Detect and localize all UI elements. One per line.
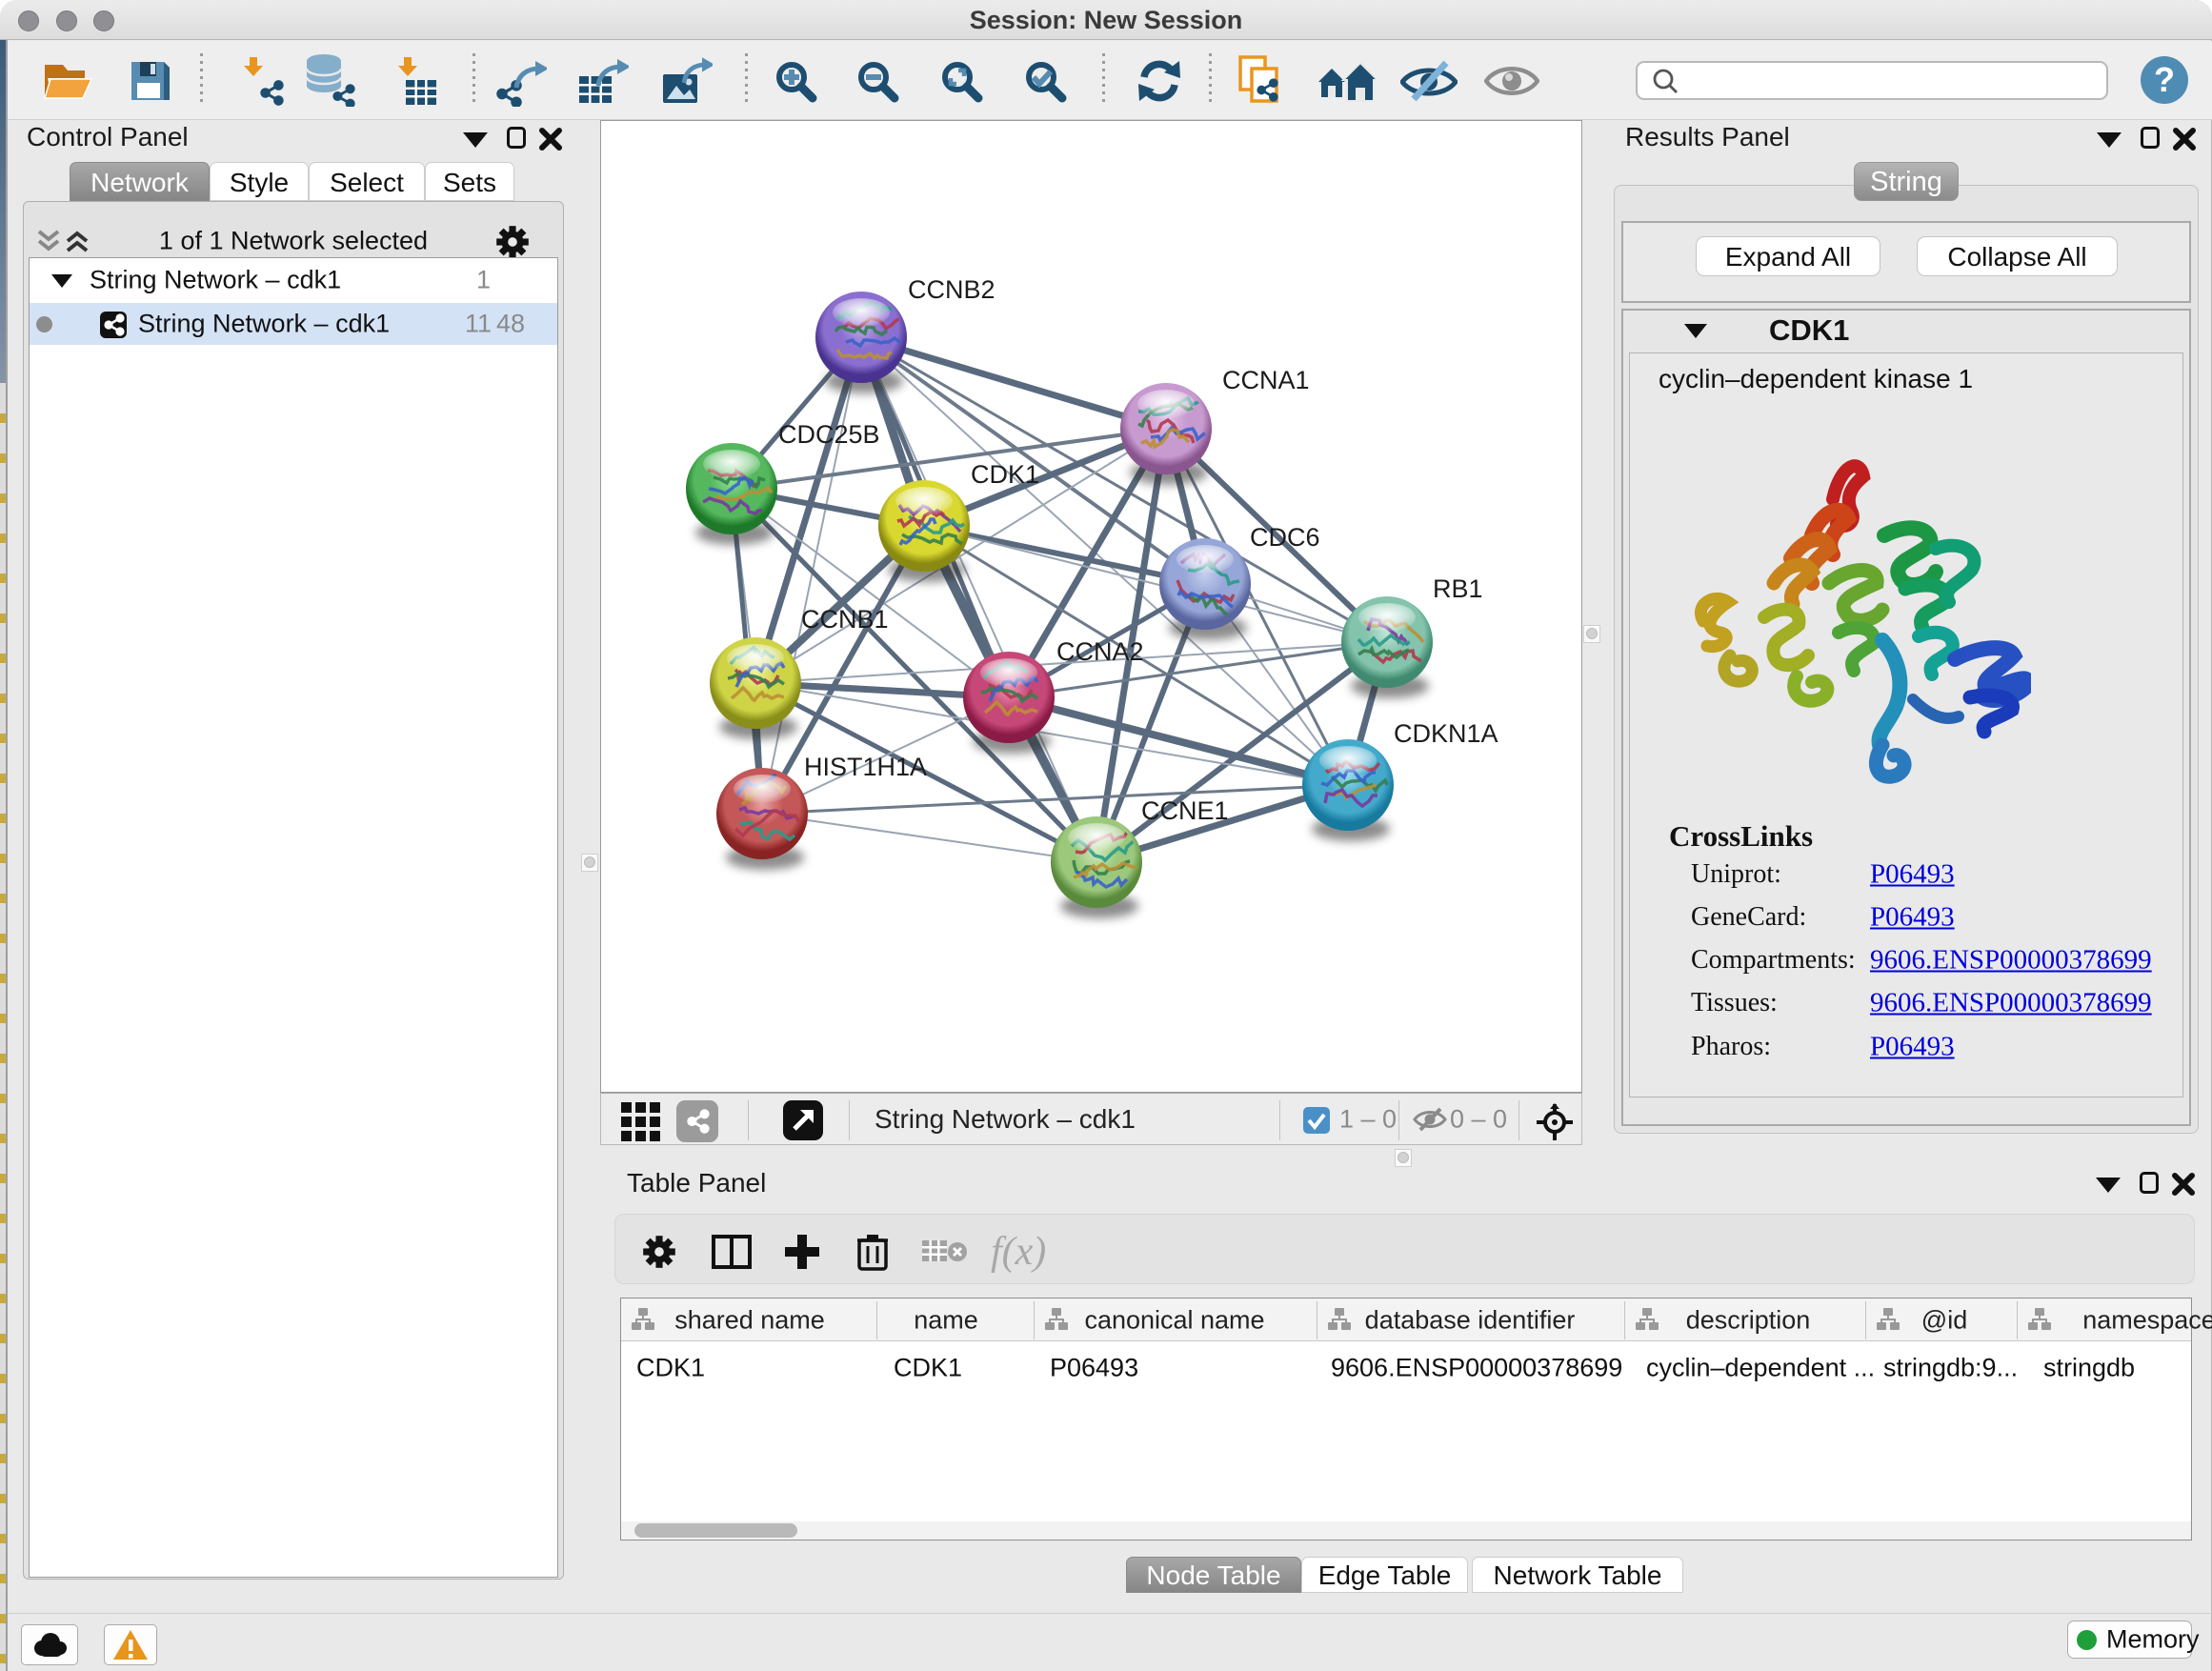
svg-text:CCNB1: CCNB1	[801, 605, 889, 634]
svg-text:CCNE1: CCNE1	[1141, 796, 1229, 825]
svg-text:CDC25B: CDC25B	[778, 420, 880, 449]
svg-text:CCNB2: CCNB2	[908, 275, 995, 304]
svg-text:RB1: RB1	[1433, 574, 1483, 603]
svg-text:CCNA1: CCNA1	[1222, 366, 1310, 394]
svg-text:CDKN1A: CDKN1A	[1394, 719, 1498, 748]
svg-text:CDK1: CDK1	[971, 460, 1039, 489]
svg-text:HIST1H1A: HIST1H1A	[804, 753, 927, 781]
svg-text:CCNA2: CCNA2	[1056, 637, 1144, 666]
svg-text:CDC6: CDC6	[1250, 523, 1320, 552]
